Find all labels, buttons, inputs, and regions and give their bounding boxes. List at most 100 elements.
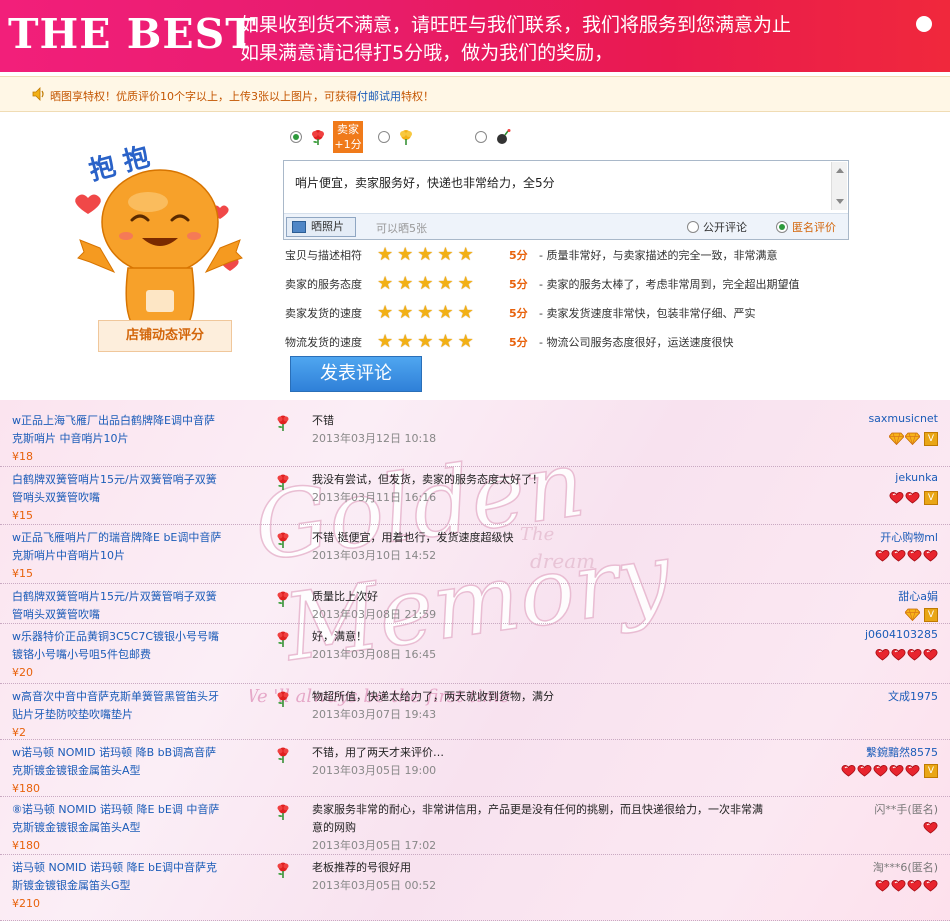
review-row: 诺马顿 NOMID 诺玛顿 降E bE调中音萨克斯镀金镀银金属笛头G型 ¥210 老… (0, 855, 950, 921)
reviewer-name[interactable]: 繫鋺黯然8575 (866, 744, 938, 760)
item-title-link[interactable]: w乐器特价正品黄铜3C5C7C镀银小号号嘴镀铬小号嘴小号咀5件包邮费 (12, 628, 222, 664)
submit-review-button[interactable]: 发表评论 (290, 356, 422, 392)
item-title-link[interactable]: w正品飞雁哨片厂的瑞音牌降E bE调中音萨克斯哨片中音哨片10片 (12, 529, 222, 565)
star-icon[interactable]: ★ (417, 333, 433, 351)
reviewer-name[interactable]: jekunka (895, 471, 938, 484)
star-icon[interactable]: ★ (417, 275, 433, 293)
star-icon[interactable]: ★ (437, 304, 453, 322)
rating-good-radio[interactable] (290, 131, 302, 143)
review-row: w正品上海飞雁厂出品白鹤牌降E调中音萨克斯哨片 中音哨片10片 ¥18 不错 2013… (0, 408, 950, 467)
rating-good-option[interactable] (290, 128, 327, 146)
item-price: ¥18 (12, 450, 33, 463)
flower-yellow-icon (400, 130, 412, 145)
item-price: ¥15 (12, 509, 33, 522)
score-points: 5分 (509, 307, 528, 320)
review-date: 2013年03月11日 16:16 (312, 491, 437, 504)
flower-red-icon (312, 130, 324, 145)
rating-options (280, 122, 850, 152)
item-title-link[interactable]: ⑧诺马顿 NOMID 诺玛顿 降E bE调 中音萨克斯镀金镀银金属笛头A型 (12, 801, 222, 837)
shop-rating-label: 店铺动态评分 (98, 320, 232, 352)
level-icon: Ⅴ (924, 491, 938, 505)
score-description: - 质量非常好，与卖家描述的完全一致，非常满意 (539, 249, 778, 262)
rating-bad-option[interactable] (475, 128, 512, 146)
comment-scrollbar[interactable] (831, 162, 847, 210)
review-date: 2013年03月05日 17:02 (312, 839, 437, 852)
item-title-link[interactable]: 白鹤牌双簧管哨片15元/片双簧管哨子双簧管哨头双簧管吹嘴 (12, 471, 222, 507)
reviewer-name[interactable]: j0604103285 (865, 628, 938, 641)
star-rating[interactable]: ★ ★ ★ ★ ★ (377, 304, 497, 322)
star-rating[interactable]: ★ ★ ★ ★ ★ (377, 246, 497, 264)
seller-bonus-badge: 卖家 +1分 (333, 121, 363, 153)
reviewer-credit-badges (875, 879, 938, 892)
review-comment: 不错 (312, 414, 334, 427)
star-icon[interactable]: ★ (417, 304, 433, 322)
item-title-link[interactable]: 白鹤牌双簧管哨片15元/片双簧管哨子双簧管哨头双簧管吹嘴 (12, 588, 222, 624)
star-icon[interactable]: ★ (397, 246, 413, 264)
anonymous-option[interactable]: 匿名评价 (776, 219, 836, 235)
heart-icon (907, 550, 922, 562)
banner-line-2: 如果满意请记得打5分哦，做为我们的奖励， (240, 42, 614, 64)
flower-red-icon (277, 474, 289, 490)
public-comment-radio[interactable] (687, 221, 699, 233)
public-comment-option[interactable]: 公开评论 (687, 219, 747, 235)
rating-bad-radio[interactable] (475, 131, 487, 143)
star-icon[interactable]: ★ (377, 333, 393, 351)
reviewer-name[interactable]: 文成1975 (888, 688, 938, 704)
heart-icon (907, 880, 922, 892)
bomb-icon (497, 129, 511, 144)
star-icon[interactable]: ★ (417, 246, 433, 264)
rating-neutral-option[interactable] (378, 128, 415, 146)
heart-icon (875, 880, 890, 892)
banner-dot-icon (916, 16, 932, 32)
star-icon[interactable]: ★ (377, 246, 393, 264)
heart-icon (923, 880, 938, 892)
reviewer-name[interactable]: 甜心a娟 (898, 588, 938, 604)
rating-neutral-radio[interactable] (378, 131, 390, 143)
item-price: ¥20 (12, 666, 33, 679)
heart-icon (857, 765, 872, 777)
item-title-link[interactable]: 诺马顿 NOMID 诺玛顿 降E bE调中音萨克斯镀金镀银金属笛头G型 (12, 859, 222, 895)
heart-icon (889, 492, 904, 504)
upload-photo-button[interactable]: 晒照片 (286, 217, 356, 237)
star-icon[interactable]: ★ (377, 304, 393, 322)
photo-icon (292, 221, 306, 233)
star-icon[interactable]: ★ (458, 333, 474, 351)
comment-textarea[interactable]: 哨片便宜，卖家服务好，快递也非常给力，全5分 (285, 162, 830, 210)
comment-toolbar: 晒照片 可以晒5张 公开评论 匿名评价 (284, 213, 848, 239)
flower-red-icon (277, 804, 289, 820)
star-rating[interactable]: ★ ★ ★ ★ ★ (377, 275, 497, 293)
star-rating[interactable]: ★ ★ ★ ★ ★ (377, 333, 497, 351)
item-price: ¥180 (12, 839, 40, 852)
star-icon[interactable]: ★ (397, 275, 413, 293)
star-icon[interactable]: ★ (397, 304, 413, 322)
notice-link[interactable]: 付邮试用 (357, 90, 401, 103)
review-comment: 不错，用了两天才来评价… (312, 746, 444, 759)
notice-text: 晒图享特权！优质评价10个字以上，上传3张以上图片，可获得付邮试用特权！ (50, 88, 434, 104)
reviewer-name[interactable]: 开心购物ml (880, 529, 938, 545)
star-icon[interactable]: ★ (458, 246, 474, 264)
star-icon[interactable]: ★ (458, 304, 474, 322)
star-icon[interactable]: ★ (437, 333, 453, 351)
heart-icon (923, 822, 938, 834)
public-comment-label: 公开评论 (703, 221, 747, 234)
diamond-icon (905, 608, 920, 621)
item-title-link[interactable]: w正品上海飞雁厂出品白鹤牌降E调中音萨克斯哨片 中音哨片10片 (12, 412, 222, 448)
star-icon[interactable]: ★ (437, 246, 453, 264)
review-comment: 卖家服务非常的耐心，非常讲信用，产品更是没有任何的挑剔，而且快递很给力，一次非常… (312, 803, 763, 834)
reviewer-name[interactable]: saxmusicnet (868, 412, 938, 425)
item-title-link[interactable]: w诺马顿 NOMID 诺玛顿 降B bB调高音萨克斯镀金镀银金属笛头A型 (12, 744, 222, 780)
photo-hint: 可以晒5张 (376, 222, 427, 235)
star-icon[interactable]: ★ (397, 333, 413, 351)
mascot-image: 抱 抱 (70, 140, 250, 350)
score-label: 卖家的服务态度 (285, 278, 362, 291)
item-title-link[interactable]: w高音次中音中音萨克斯单簧管黑管笛头牙贴片牙垫防咬垫吹嘴垫片 (12, 688, 222, 724)
reviewer-credit-badges (875, 549, 938, 562)
score-row: 宝贝与描述相符 ★ ★ ★ ★ ★ 5分 - 质量非常好，与卖家描述的完全一致，非常满意 (285, 244, 885, 266)
star-icon[interactable]: ★ (437, 275, 453, 293)
star-icon[interactable]: ★ (377, 275, 393, 293)
star-icon[interactable]: ★ (458, 275, 474, 293)
flower-red-icon (277, 591, 289, 607)
notice-suffix: 特权！ (401, 90, 434, 103)
anonymous-radio[interactable] (776, 221, 788, 233)
review-row: 白鹤牌双簧管哨片15元/片双簧管哨子双簧管哨头双簧管吹嘴 质量比上次好 2013年0… (0, 584, 950, 624)
